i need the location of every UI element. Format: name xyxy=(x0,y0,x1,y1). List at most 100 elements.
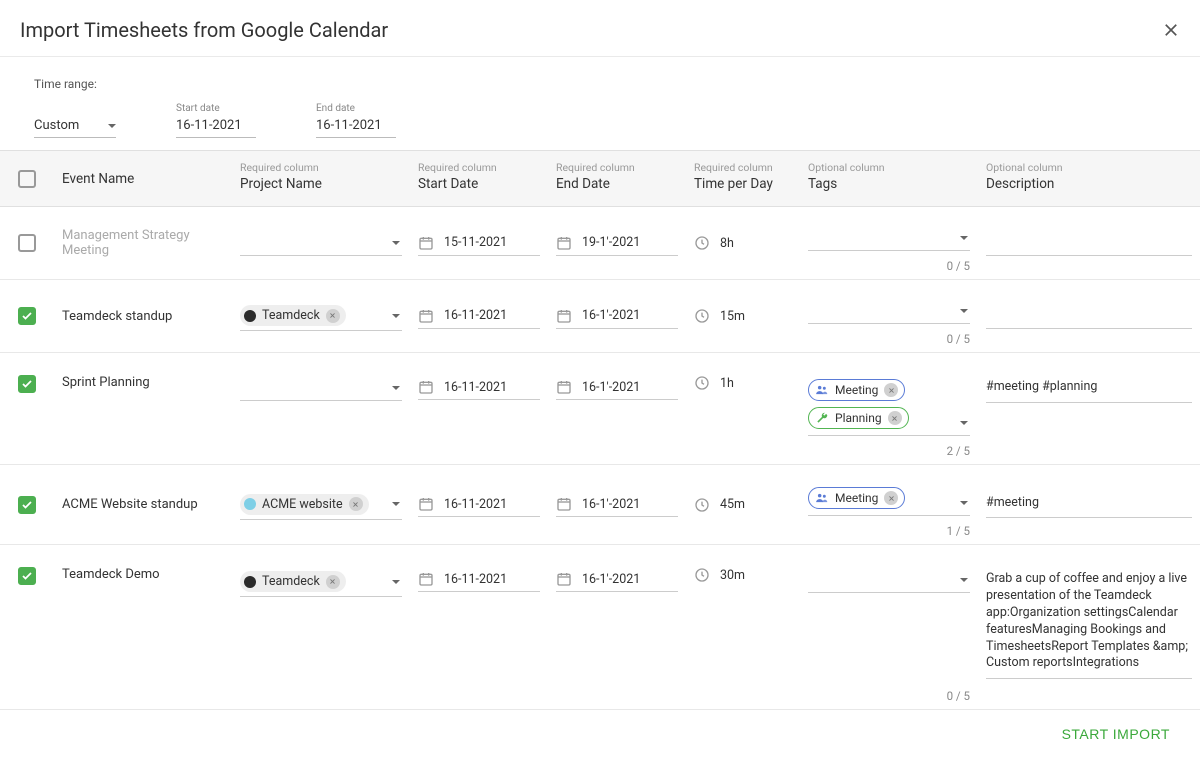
tags-select[interactable] xyxy=(808,567,970,593)
time-range-label: Time range: xyxy=(34,77,1180,91)
project-chip: Teamdeck xyxy=(240,305,346,326)
clock-icon xyxy=(694,567,710,583)
tag-counter: 0 / 5 xyxy=(947,689,970,703)
modal-title: Import Timesheets from Google Calendar xyxy=(20,18,388,42)
start-date-label: Start date xyxy=(176,103,256,114)
row-checkbox[interactable] xyxy=(18,234,36,252)
col-sub: Optional column xyxy=(808,161,970,174)
tags-select[interactable] xyxy=(808,298,970,324)
time-per-day-field[interactable]: 30m xyxy=(694,567,792,583)
start-date-field[interactable]: 16-11-2021 xyxy=(418,375,540,400)
chevron-down-icon xyxy=(392,502,400,506)
chevron-down-icon xyxy=(960,578,968,582)
time-per-day-field[interactable]: 45m xyxy=(694,497,792,513)
end-date-field[interactable]: 19-1'-2021 xyxy=(556,231,678,256)
project-select[interactable] xyxy=(240,375,402,401)
col-desc: Description xyxy=(986,176,1054,192)
table-row: Management Strategy Meeting15-11-202119-… xyxy=(0,207,1200,280)
calendar-icon xyxy=(556,571,572,587)
col-event-name: Event Name xyxy=(62,171,134,187)
time-per-day-field[interactable]: 8h xyxy=(694,235,792,251)
tag-chip: Planning xyxy=(808,407,909,429)
table-row: Sprint Planning 16-11-2021 16-1'-2021 1h Mee… xyxy=(0,353,1200,465)
project-select[interactable] xyxy=(240,230,402,256)
tags-select[interactable]: Meeting xyxy=(808,483,970,516)
tag-counter: 1 / 5 xyxy=(947,524,970,538)
row-checkbox[interactable] xyxy=(18,307,36,325)
clock-icon xyxy=(694,375,710,391)
end-date-field[interactable]: 16-1'-2021 xyxy=(556,492,678,517)
chevron-down-icon xyxy=(392,241,400,245)
people-icon xyxy=(815,383,829,397)
col-sub: Required column xyxy=(556,161,678,174)
calendar-icon xyxy=(556,308,572,324)
project-select[interactable]: Teamdeck xyxy=(240,301,402,331)
description-field[interactable]: #meeting #planning xyxy=(986,375,1192,403)
time-per-day-field[interactable]: 15m xyxy=(694,308,792,324)
event-name: Sprint Planning xyxy=(62,375,224,390)
calendar-icon xyxy=(418,308,434,324)
table-row: ACME Website standup ACME website 16-11-20… xyxy=(0,465,1200,545)
clock-icon xyxy=(694,235,710,251)
chevron-down-icon xyxy=(392,580,400,584)
time-per-day-field[interactable]: 1h xyxy=(694,375,792,391)
project-chip: ACME website xyxy=(240,494,369,515)
remove-icon[interactable] xyxy=(326,309,340,323)
description-field[interactable] xyxy=(986,230,1192,256)
tag-chip: Meeting xyxy=(808,487,905,509)
description-field[interactable] xyxy=(986,303,1192,329)
remove-icon[interactable] xyxy=(884,383,898,397)
tags-select[interactable]: Meeting Planning xyxy=(808,375,970,436)
row-checkbox[interactable] xyxy=(18,496,36,514)
description-field[interactable]: #meeting xyxy=(986,491,1192,519)
end-date-input[interactable]: 16-11-2021 xyxy=(316,118,396,138)
col-tags: Tags xyxy=(808,176,837,192)
row-checkbox[interactable] xyxy=(18,375,36,393)
row-checkbox[interactable] xyxy=(18,567,36,585)
project-chip: Teamdeck xyxy=(240,571,346,592)
tag-counter: 0 / 5 xyxy=(947,259,970,273)
calendar-icon xyxy=(556,235,572,251)
chevron-down-icon xyxy=(960,309,968,313)
start-date-field[interactable]: 15-11-2021 xyxy=(418,231,540,256)
end-date-field[interactable]: 16-1'-2021 xyxy=(556,567,678,592)
select-all-checkbox[interactable] xyxy=(18,170,36,188)
end-date-field[interactable]: 16-1'-2021 xyxy=(556,375,678,400)
chevron-down-icon xyxy=(960,501,968,505)
tag-counter: 0 / 5 xyxy=(947,332,970,346)
event-name: Teamdeck Demo xyxy=(62,567,224,582)
chevron-down-icon xyxy=(960,236,968,240)
col-start: Start Date xyxy=(418,176,478,192)
start-date-input[interactable]: 16-11-2021 xyxy=(176,118,256,138)
description-field[interactable]: Grab a cup of coffee and enjoy a live pr… xyxy=(986,567,1192,679)
remove-icon[interactable] xyxy=(888,411,902,425)
remove-icon[interactable] xyxy=(326,575,340,589)
chevron-down-icon xyxy=(108,124,116,128)
people-icon xyxy=(815,491,829,505)
calendar-icon xyxy=(556,379,572,395)
tag-chip: Meeting xyxy=(808,379,905,401)
time-range-mode-value: Custom xyxy=(34,118,79,133)
start-date-field[interactable]: 16-11-2021 xyxy=(418,304,540,329)
start-import-button[interactable]: START IMPORT xyxy=(1062,726,1170,742)
col-time: Time per Day xyxy=(694,176,773,192)
start-date-field[interactable]: 16-11-2021 xyxy=(418,492,540,517)
chevron-down-icon xyxy=(960,421,968,425)
start-date-field[interactable]: 16-11-2021 xyxy=(418,567,540,592)
project-select[interactable]: Teamdeck xyxy=(240,567,402,597)
remove-icon[interactable] xyxy=(884,491,898,505)
event-name: ACME Website standup xyxy=(62,497,224,512)
end-date-field[interactable]: 16-1'-2021 xyxy=(556,304,678,329)
col-sub: Required column xyxy=(418,161,540,174)
remove-icon[interactable] xyxy=(349,497,363,511)
calendar-icon xyxy=(418,571,434,587)
table-row: Teamdeck Demo Teamdeck 16-11-2021 16-1'-202… xyxy=(0,545,1200,710)
close-icon[interactable] xyxy=(1162,21,1180,39)
tags-select[interactable] xyxy=(808,225,970,251)
chevron-down-icon xyxy=(392,314,400,318)
event-name: Teamdeck standup xyxy=(62,309,224,324)
col-sub: Optional column xyxy=(986,161,1192,174)
time-range-mode-select[interactable]: Custom xyxy=(34,118,116,138)
col-project: Project Name xyxy=(240,176,322,192)
project-select[interactable]: ACME website xyxy=(240,490,402,520)
